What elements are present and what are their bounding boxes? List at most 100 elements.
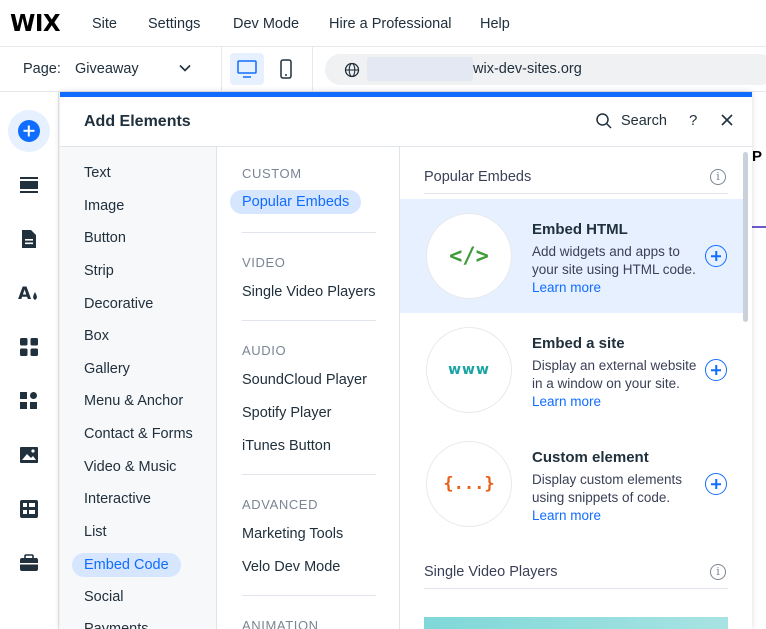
section-head-advanced: ADVANCED	[242, 497, 319, 512]
category-decorative[interactable]: Decorative	[84, 296, 153, 312]
divider	[424, 588, 728, 589]
mobile-icon	[280, 59, 292, 79]
category-menu-anchor[interactable]: Menu & Anchor	[84, 393, 183, 409]
desktop-icon	[237, 60, 257, 78]
category-embed-code[interactable]: Embed Code	[72, 553, 181, 577]
menu-hire-professional[interactable]: Hire a Professional	[329, 16, 452, 32]
sections-button[interactable]	[8, 164, 50, 206]
item-title: Custom element	[532, 449, 649, 466]
category-list[interactable]: List	[84, 524, 107, 540]
embed-site-thumbnail: www	[426, 327, 512, 413]
menu-settings[interactable]: Settings	[148, 16, 200, 32]
section-head-video: VIDEO	[242, 255, 286, 270]
divider	[242, 320, 376, 321]
section-head-custom: CUSTOM	[242, 166, 302, 181]
subcategory-list: CUSTOM Popular Embeds VIDEO Single Video…	[218, 147, 400, 629]
theme-button[interactable]: A	[8, 272, 50, 314]
braces-icon: {...}	[443, 474, 495, 494]
plus-icon	[18, 120, 40, 142]
chevron-down-icon[interactable]	[178, 61, 192, 75]
add-elements-button[interactable]	[8, 110, 50, 152]
mobile-view-button[interactable]	[272, 53, 300, 85]
learn-more-link[interactable]: Learn more	[532, 394, 601, 409]
url-redacted	[367, 57, 473, 81]
page-selector[interactable]: Giveaway	[75, 61, 139, 77]
page-icon	[22, 230, 36, 248]
learn-more-link[interactable]: Learn more	[532, 508, 601, 523]
panel-title: Add Elements	[84, 113, 191, 130]
sub-marketing-tools[interactable]: Marketing Tools	[242, 526, 343, 542]
wix-logo[interactable]: WIX	[10, 11, 61, 37]
help-icon[interactable]: ?	[689, 112, 697, 129]
divider	[424, 193, 728, 194]
sub-soundcloud-player[interactable]: SoundCloud Player	[242, 372, 367, 388]
sub-popular-embeds[interactable]: Popular Embeds	[230, 190, 362, 214]
cms-button[interactable]	[8, 488, 50, 530]
site-url-text: wix-dev-sites.org	[473, 61, 582, 77]
section-head-animation: ANIMATION	[242, 618, 319, 629]
embed-html-item[interactable]: </> Embed HTML Add widgets and apps to y…	[400, 199, 744, 313]
business-apps-button[interactable]	[8, 380, 50, 422]
table-icon	[20, 500, 38, 518]
close-icon[interactable]	[720, 113, 734, 127]
search-icon[interactable]	[595, 112, 613, 130]
left-tool-rail: A	[0, 92, 59, 629]
section-title-single-video-players: Single Video Players	[424, 564, 558, 580]
add-embed-site-button[interactable]	[705, 359, 727, 381]
divider	[242, 232, 376, 233]
menu-site[interactable]: Site	[92, 16, 117, 32]
info-icon[interactable]: i	[710, 169, 726, 185]
item-title: Embed HTML	[532, 221, 628, 238]
category-contact-forms[interactable]: Contact & Forms	[84, 426, 193, 442]
item-description: Display custom elements using snippets o…	[532, 472, 683, 523]
category-payments[interactable]: Payments	[84, 621, 148, 629]
desktop-view-button[interactable]	[230, 53, 264, 85]
divider	[221, 47, 222, 92]
category-social[interactable]: Social	[84, 589, 124, 605]
category-image[interactable]: Image	[84, 198, 124, 214]
search-button[interactable]: Search	[621, 113, 667, 129]
image-icon	[20, 447, 38, 463]
sections-icon	[20, 177, 38, 193]
puzzle-icon	[20, 392, 37, 409]
theme-icon: A	[18, 284, 37, 303]
category-interactive[interactable]: Interactive	[84, 491, 151, 507]
video-player-thumbnail[interactable]	[424, 617, 728, 629]
page-content-fragment: P	[752, 148, 763, 165]
top-bar: WIX Site Settings Dev Mode Hire a Profes…	[0, 0, 766, 47]
svg-text:A: A	[18, 284, 32, 303]
briefcase-icon	[20, 554, 38, 571]
page-content-line	[752, 226, 766, 228]
scrollbar[interactable]	[743, 152, 748, 322]
add-embed-html-button[interactable]	[705, 245, 727, 267]
section-head-audio: AUDIO	[242, 343, 287, 358]
category-video-music[interactable]: Video & Music	[84, 459, 176, 475]
apps-grid-icon	[20, 338, 38, 356]
info-icon[interactable]: i	[710, 564, 726, 580]
category-list: Text Image Button Strip Decorative Box G…	[60, 147, 217, 629]
category-gallery[interactable]: Gallery	[84, 361, 130, 377]
custom-element-item[interactable]: {...} Custom element Display custom elem…	[400, 427, 744, 541]
add-custom-element-button[interactable]	[705, 473, 727, 495]
sub-single-video-players[interactable]: Single Video Players	[242, 284, 376, 300]
sub-velo-dev-mode[interactable]: Velo Dev Mode	[242, 559, 340, 575]
media-button[interactable]	[8, 434, 50, 476]
pages-button[interactable]	[8, 218, 50, 260]
sub-spotify-player[interactable]: Spotify Player	[242, 405, 331, 421]
menu-dev-mode[interactable]: Dev Mode	[233, 16, 299, 32]
divider	[312, 47, 313, 92]
globe-icon	[344, 62, 360, 78]
portfolio-button[interactable]	[8, 542, 50, 584]
apps-button[interactable]	[8, 326, 50, 368]
custom-element-thumbnail: {...}	[426, 441, 512, 527]
category-strip[interactable]: Strip	[84, 263, 114, 279]
menu-help[interactable]: Help	[480, 16, 510, 32]
learn-more-link[interactable]: Learn more	[532, 280, 601, 295]
item-description: Display an external website in a window …	[532, 358, 697, 409]
category-box[interactable]: Box	[84, 328, 109, 344]
category-text[interactable]: Text	[84, 165, 111, 181]
category-button[interactable]: Button	[84, 230, 126, 246]
sub-itunes-button[interactable]: iTunes Button	[242, 438, 331, 454]
section-title-popular-embeds: Popular Embeds	[424, 169, 532, 185]
embed-site-item[interactable]: www Embed a site Display an external web…	[400, 313, 744, 427]
